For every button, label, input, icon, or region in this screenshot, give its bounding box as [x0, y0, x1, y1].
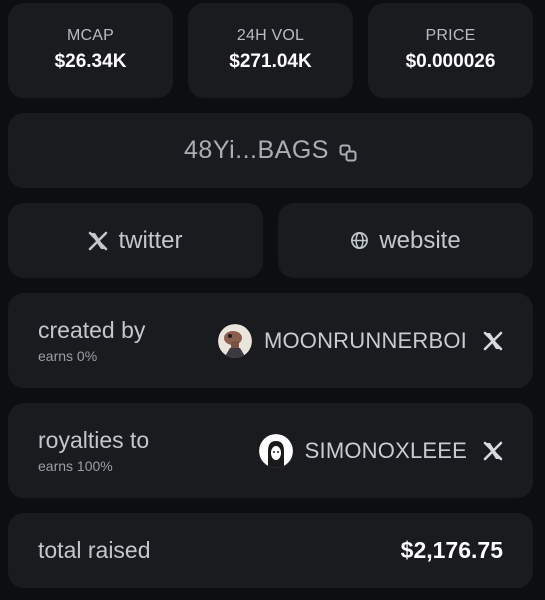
stat-label: 24H VOL — [236, 27, 305, 44]
stat-value: $271.04K — [229, 51, 312, 72]
stat-card-24h-vol: 24H VOL $271.04K — [188, 3, 353, 98]
website-link-button[interactable]: website — [278, 203, 533, 278]
total-raised-row: total raised $2,176.75 — [8, 513, 533, 588]
avatar[interactable] — [217, 323, 252, 358]
created-by-row: created by earns 0% MOONRUNNERBOI — [8, 293, 533, 388]
contract-address: 48Yi...BAGS — [184, 136, 329, 164]
stat-label: MCAP — [66, 27, 115, 44]
royalties-to-earns: earns 100% — [38, 458, 113, 474]
royalties-to-title: royalties to — [38, 427, 150, 453]
x-logo-icon[interactable] — [483, 331, 503, 351]
royalties-to-row: royalties to earns 100% SIMONOXLEEE — [8, 403, 533, 498]
x-logo-icon — [88, 231, 108, 251]
created-by-earns: earns 0% — [38, 348, 98, 364]
stat-card-price: PRICE $0.000026 — [368, 3, 533, 98]
contract-address-button[interactable]: 48Yi...BAGS — [8, 113, 533, 188]
stat-card-mcap: MCAP $26.34K — [8, 3, 173, 98]
total-raised-title: total raised — [38, 537, 151, 563]
creator-username[interactable]: MOONRUNNERBOI — [264, 328, 467, 354]
created-by-title: created by — [38, 317, 146, 343]
stat-value: $0.000026 — [405, 51, 496, 72]
globe-icon — [350, 231, 369, 250]
twitter-link-button[interactable]: twitter — [8, 203, 263, 278]
twitter-label: twitter — [118, 226, 183, 254]
x-logo-icon[interactable] — [483, 441, 503, 461]
website-label: website — [379, 226, 461, 254]
avatar[interactable] — [258, 433, 293, 468]
royalty-username[interactable]: SIMONOXLEEE — [305, 438, 467, 464]
stat-label: PRICE — [425, 27, 476, 44]
token-info-panel: MCAP $26.34K 24H VOL $271.04K PRICE $0.0… — [0, 0, 545, 600]
total-raised-amount: $2,176.75 — [400, 537, 503, 563]
stat-value: $26.34K — [54, 51, 127, 72]
copy-icon[interactable] — [339, 144, 357, 162]
